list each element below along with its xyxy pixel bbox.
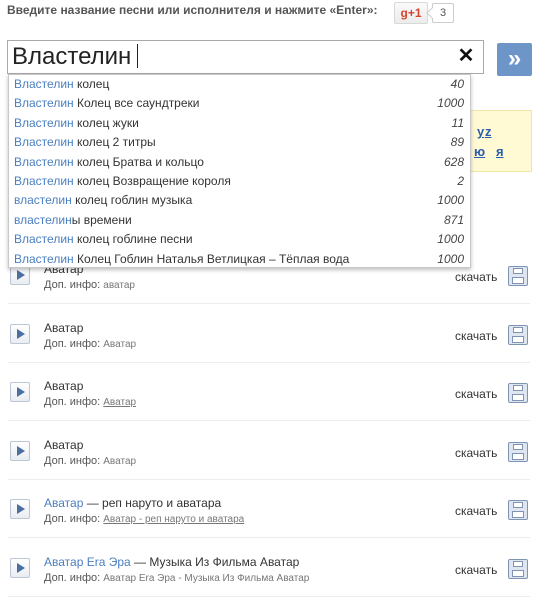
suggestion-item[interactable]: Властелин колец гоблине песни 1000 [9, 230, 470, 249]
alphabet-letter[interactable]: z [485, 124, 492, 139]
suggestion-text: колец Возвращение короля [73, 173, 231, 188]
alphabet-letter[interactable]: ю [474, 144, 485, 159]
suggestion-count: 11 [451, 115, 464, 130]
track-info: Доп. инфо: Аватар Era Эра - Музыка Из Фи… [44, 571, 310, 584]
suggestion-match: Властелин [14, 251, 74, 266]
close-icon[interactable]: ✕ [457, 46, 475, 66]
suggestion-count: 1000 [437, 193, 464, 208]
download-link[interactable]: скачать [455, 446, 497, 460]
track-row: Аватар — реп наруто и аватара Доп. инфо: … [0, 480, 530, 538]
suggestion-text: колец 2 титры [73, 135, 156, 150]
track-row: Аватар Доп. инфо: Аватар скачать [0, 363, 530, 421]
search-prompt: Введите название песни или исполнителя и… [7, 3, 378, 17]
track-info-value: Аватар [103, 455, 137, 467]
track-info: Доп. инфо: Аватар - реп наруто и аватара [44, 513, 245, 525]
suggestion-text: колец Братва и кольцо [73, 154, 204, 169]
suggestion-item[interactable]: властелины времени 871 [9, 211, 470, 230]
suggestion-match: Властелин [14, 173, 74, 188]
alphabet-letter[interactable]: y [477, 124, 484, 139]
suggestion-count: 871 [443, 212, 464, 227]
suggestion-count: 89 [450, 135, 464, 150]
alphabet-letter[interactable]: я [496, 144, 504, 159]
suggestion-text: Колец Гоблин Наталья Ветлицкая – Тёплая … [73, 251, 350, 266]
play-icon[interactable] [10, 323, 30, 344]
download-link[interactable]: скачать [455, 504, 497, 518]
track-info: Доп. инфо: Аватар [44, 337, 137, 350]
search-input-value: Властелин [12, 43, 139, 71]
suggestion-match: Властелин [14, 115, 74, 130]
track-artist-link[interactable]: Аватар [44, 496, 83, 510]
row-divider [8, 595, 530, 597]
track-title: Аватар [44, 320, 84, 335]
play-icon[interactable] [10, 499, 30, 519]
suggestion-match: Властелин [14, 232, 74, 247]
suggestion-count: 628 [443, 154, 464, 169]
suggestion-item[interactable]: Властелин колец 40 [9, 75, 470, 94]
suggestion-text: колец гоблин музыка [71, 193, 193, 208]
suggestion-text: колец гоблине песни [73, 232, 193, 247]
track-title: Аватар Era Эра — Музыка Из Фильма Аватар [44, 554, 300, 569]
track-title: Аватар [44, 379, 84, 393]
download-link[interactable]: скачать [455, 329, 497, 343]
floppy-disk-icon[interactable] [508, 324, 528, 345]
floppy-disk-icon[interactable] [508, 558, 528, 579]
track-title: Аватар [44, 437, 84, 452]
suggestion-count: 2 [457, 173, 464, 188]
track-row: Аватар Доп. инфо: Аватар скачать [0, 305, 530, 363]
download-link[interactable]: скачать [455, 387, 497, 401]
play-icon[interactable] [10, 440, 30, 461]
download-link[interactable]: скачать [455, 270, 497, 284]
track-info-value: Аватар Era Эра - Музыка Из Фильма Аватар [103, 572, 310, 584]
suggestion-item[interactable]: Властелин колец Братва и кольцо 628 [9, 153, 470, 172]
track-row: Аватар Era Эра — Музыка Из Фильма Аватар… [0, 539, 530, 597]
suggestion-item[interactable]: Властелин колец 2 титры 89 [9, 133, 470, 152]
search-submit-button[interactable]: » [497, 43, 532, 76]
suggestion-match: Властелин [14, 154, 74, 169]
floppy-disk-icon[interactable] [508, 441, 528, 462]
floppy-disk-icon[interactable] [508, 500, 528, 520]
autocomplete-dropdown: Властелин колец 40 Властелин Колец все сау… [8, 74, 471, 268]
suggestion-match: Властелин [14, 96, 74, 111]
suggestion-text: колец [73, 77, 110, 91]
track-artist-link[interactable]: Аватар Era Эра [44, 555, 131, 569]
suggestion-count: 40 [450, 77, 464, 91]
track-info-value: аватар [103, 280, 135, 291]
suggestion-text: колец жуки [73, 115, 139, 130]
track-info: Доп. инфо: аватар [44, 279, 135, 291]
google-plus-count: 3 [432, 3, 454, 23]
track-info: Доп. инфо: Аватар [44, 454, 137, 467]
suggestion-match: властелин [14, 193, 72, 208]
alphabet-panel: y z ю я [470, 110, 532, 172]
track-info-value[interactable]: Аватар - реп наруто и аватара [103, 514, 244, 525]
suggestion-item[interactable]: Властелин колец жуки 11 [9, 114, 470, 133]
track-info-value[interactable]: Аватар [103, 397, 136, 408]
suggestion-text: ы времени [71, 212, 132, 227]
suggestion-text: Колец все саундтреки [73, 96, 200, 111]
search-input[interactable]: Властелин ✕ [7, 40, 484, 74]
suggestion-count: 1000 [437, 232, 464, 247]
download-link[interactable]: скачать [455, 563, 497, 577]
floppy-disk-icon[interactable] [508, 266, 528, 286]
suggestion-item[interactable]: Властелин Колец Гоблин Наталья Ветлицкая… [9, 250, 470, 269]
floppy-disk-icon[interactable] [508, 383, 528, 403]
suggestion-match: Властелин [14, 77, 74, 91]
suggestion-count: 1000 [437, 96, 464, 111]
suggestion-item[interactable]: Властелин колец Возвращение короля 2 [9, 172, 470, 191]
suggestion-item[interactable]: властелин колец гоблин музыка 1000 [9, 191, 470, 210]
play-icon[interactable] [10, 382, 30, 402]
suggestion-count: 1000 [437, 251, 464, 266]
google-plus-button[interactable]: g+1 [394, 2, 428, 24]
track-info-value: Аватар [103, 338, 137, 350]
suggestion-match: властелин [14, 212, 72, 227]
suggestion-item[interactable]: Властелин Колец все саундтреки 1000 [9, 94, 470, 113]
track-title: Аватар — реп наруто и аватара [44, 496, 222, 510]
track-row: Аватар Доп. инфо: Аватар скачать [0, 422, 530, 480]
suggestion-match: Властелин [14, 135, 74, 150]
track-info: Доп. инфо: Аватар [44, 396, 137, 408]
play-icon[interactable] [10, 557, 30, 578]
